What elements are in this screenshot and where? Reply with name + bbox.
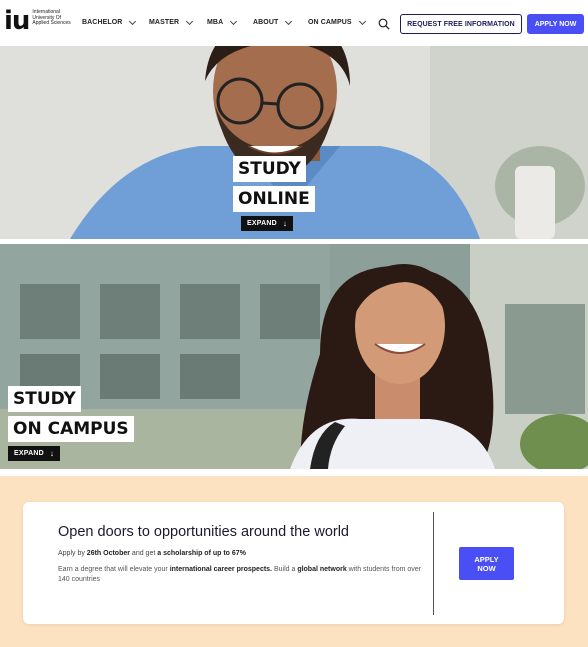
- nav-bachelor-label: BACHELOR: [82, 19, 123, 26]
- promo-scholarship: a scholarship of up to 67%: [157, 550, 246, 557]
- iu-logo[interactable]: iu International University Of Applied S…: [4, 6, 78, 36]
- study-online-line1: STUDY: [233, 156, 306, 182]
- promo-deadline-text: Apply by 26th October and get a scholars…: [58, 550, 246, 557]
- expand-campus-label: EXPAND: [14, 450, 44, 457]
- promo-title: Open doors to opportunities around the w…: [58, 524, 349, 540]
- promo-deadline-mid: and get: [129, 550, 158, 557]
- nav-about[interactable]: ABOUT: [253, 17, 293, 26]
- promo-apply-line2: NOW: [477, 563, 496, 573]
- nav-on-campus-label: ON CAMPUS: [308, 19, 352, 26]
- top-navigation: iu International University Of Applied S…: [0, 0, 588, 46]
- promo-apply-line1: APPLY: [474, 554, 499, 564]
- nav-mba-label: MBA: [207, 19, 224, 26]
- promo-desc-a: Earn a degree that will elevate your: [58, 566, 170, 573]
- chevron-down-icon: [230, 17, 238, 25]
- promo-divider: [433, 512, 434, 615]
- chevron-down-icon: [285, 17, 293, 25]
- promo-card: Open doors to opportunities around the w…: [23, 502, 564, 624]
- logo-mark: iu: [4, 6, 30, 36]
- promo-deadline-pre: Apply by: [58, 550, 87, 557]
- expand-campus-button[interactable]: EXPAND ↓: [8, 446, 61, 461]
- promo-apply-label: APPLY NOW: [474, 555, 498, 573]
- search-icon[interactable]: [378, 18, 390, 30]
- arrow-down-icon: ↓: [282, 219, 288, 228]
- promo-desc-d: global network: [297, 566, 347, 573]
- nav-on-campus[interactable]: ON CAMPUS: [308, 17, 366, 26]
- promo-deadline-date: 26th October: [86, 550, 130, 557]
- logo-text: International University Of Applied Scie…: [32, 9, 71, 27]
- nav-about-label: ABOUT: [253, 19, 279, 26]
- promo-description: Earn a degree that will elevate your int…: [58, 565, 428, 585]
- nav-master[interactable]: MASTER: [149, 17, 194, 26]
- promo-desc-c: Build a: [272, 566, 298, 573]
- study-campus-line2: ON CAMPUS: [8, 416, 134, 442]
- study-online-line2: ONLINE: [233, 186, 315, 212]
- chevron-down-icon: [129, 17, 137, 25]
- chevron-down-icon: [186, 17, 194, 25]
- apply-now-button[interactable]: APPLY NOW: [527, 14, 584, 34]
- arrow-down-icon: ↓: [49, 449, 55, 458]
- study-campus-panel[interactable]: STUDY ON CAMPUS EXPAND ↓: [0, 244, 588, 469]
- promo-apply-now-button[interactable]: APPLY NOW: [459, 547, 514, 580]
- request-info-button[interactable]: REQUEST FREE INFORMATION: [400, 14, 522, 34]
- chevron-down-icon: [358, 17, 366, 25]
- nav-master-label: MASTER: [149, 19, 180, 26]
- study-online-panel[interactable]: STUDY ONLINE EXPAND ↓: [0, 46, 588, 239]
- expand-online-button[interactable]: EXPAND ↓: [241, 216, 294, 231]
- expand-online-label: EXPAND: [247, 220, 277, 227]
- promo-desc-b: international career prospects.: [169, 566, 273, 573]
- nav-mba[interactable]: MBA: [207, 17, 238, 26]
- nav-bachelor[interactable]: BACHELOR: [82, 17, 137, 26]
- study-campus-line1: STUDY: [8, 386, 81, 412]
